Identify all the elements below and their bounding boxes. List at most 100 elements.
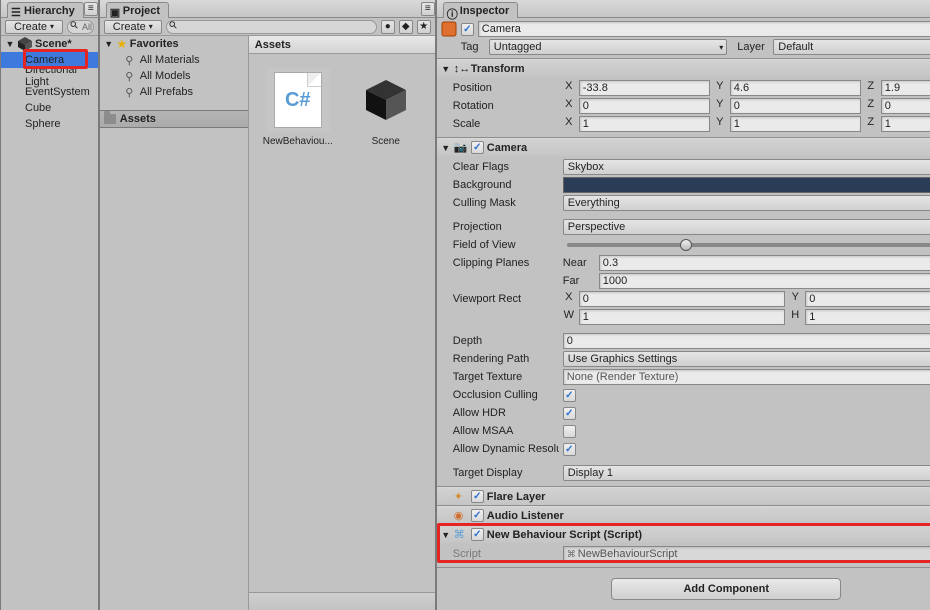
hdr-checkbox[interactable]: ✓ bbox=[563, 407, 576, 420]
foldout-icon[interactable]: ▼ bbox=[441, 143, 451, 153]
fav-item[interactable]: ⚲All Prefabs bbox=[100, 84, 248, 100]
assets-folder-row[interactable]: Assets bbox=[100, 110, 248, 128]
hierarchy-create-button[interactable]: Create▾ bbox=[5, 20, 63, 34]
position-z-field[interactable] bbox=[881, 80, 930, 96]
layer-label: Layer bbox=[737, 41, 769, 53]
add-component-button[interactable]: Add Component bbox=[611, 578, 841, 600]
position-x-field[interactable] bbox=[579, 80, 710, 96]
inspector-tab-label: Inspector bbox=[460, 5, 510, 17]
occlusion-checkbox[interactable]: ✓ bbox=[563, 389, 576, 402]
rendering-path-label: Rendering Path bbox=[451, 353, 559, 365]
fav-item[interactable]: ⚲All Models bbox=[100, 68, 248, 84]
hierarchy-search-input[interactable]: All bbox=[67, 20, 94, 34]
target-texture-field[interactable]: None (Render Texture) bbox=[563, 369, 930, 385]
tag-label: Tag bbox=[461, 41, 485, 53]
search-icon: ⚲ bbox=[124, 87, 135, 98]
msaa-label: Allow MSAA bbox=[451, 425, 559, 437]
rotation-z-field[interactable] bbox=[881, 98, 930, 114]
search-icon: ⚲ bbox=[124, 55, 135, 66]
camera-enabled-checkbox[interactable]: ✓ bbox=[471, 141, 484, 154]
unity-icon bbox=[362, 76, 410, 124]
clear-flags-label: Clear Flags bbox=[451, 161, 559, 173]
far-field[interactable] bbox=[599, 273, 930, 289]
hierarchy-item-camera[interactable]: Camera bbox=[1, 52, 98, 68]
viewport-h-field[interactable] bbox=[805, 309, 930, 325]
target-display-label: Target Display bbox=[451, 467, 559, 479]
unity-icon bbox=[17, 36, 33, 52]
background-label: Background bbox=[451, 179, 559, 191]
near-field[interactable] bbox=[599, 255, 930, 271]
projection-dropdown[interactable]: Perspective bbox=[563, 219, 930, 235]
audio-enabled-checkbox[interactable]: ✓ bbox=[471, 509, 484, 522]
asset-item-script[interactable]: C# NewBehaviou... bbox=[263, 68, 333, 147]
camera-title: Camera bbox=[487, 142, 930, 154]
fov-label: Field of View bbox=[451, 239, 559, 251]
fav-item[interactable]: ⚲All Materials bbox=[100, 52, 248, 68]
foldout-icon[interactable]: ▼ bbox=[441, 64, 451, 74]
hierarchy-tab-label: Hierarchy bbox=[24, 5, 75, 17]
target-texture-label: Target Texture bbox=[451, 371, 559, 383]
filter-icon[interactable]: ● bbox=[381, 20, 395, 34]
dynres-label: Allow Dynamic Resolu bbox=[451, 443, 559, 455]
foldout-icon[interactable]: ▼ bbox=[104, 39, 114, 49]
viewport-w-field[interactable] bbox=[579, 309, 786, 325]
scene-name: Scene* bbox=[35, 38, 72, 50]
inspector-tab[interactable]: ⓘ Inspector bbox=[443, 2, 519, 18]
flare-enabled-checkbox[interactable]: ✓ bbox=[471, 490, 484, 503]
viewport-y-field[interactable] bbox=[805, 291, 930, 307]
flare-icon: ✦ bbox=[454, 490, 468, 503]
scale-label: Scale bbox=[451, 118, 559, 130]
msaa-checkbox[interactable] bbox=[563, 425, 576, 438]
tag-dropdown[interactable]: Untagged bbox=[489, 39, 728, 55]
script-icon: ⌘ bbox=[454, 528, 468, 541]
project-search-input[interactable] bbox=[166, 20, 377, 34]
culling-mask-dropdown[interactable]: Everything bbox=[563, 195, 930, 211]
folder-icon: ▣ bbox=[110, 6, 119, 15]
hierarchy-item[interactable]: Cube bbox=[1, 100, 98, 116]
filter-type-icon[interactable]: ◆ bbox=[399, 20, 413, 34]
rotation-y-field[interactable] bbox=[730, 98, 861, 114]
scale-z-field[interactable] bbox=[881, 116, 930, 132]
favorites-row[interactable]: ▼ ★ Favorites bbox=[100, 36, 248, 52]
asset-item-scene[interactable]: Scene bbox=[351, 68, 421, 147]
occlusion-label: Occlusion Culling bbox=[451, 389, 559, 401]
project-create-button[interactable]: Create▾ bbox=[104, 20, 162, 34]
foldout-icon[interactable]: ▼ bbox=[5, 39, 15, 49]
target-display-dropdown[interactable]: Display 1 bbox=[563, 465, 930, 481]
script-enabled-checkbox[interactable]: ✓ bbox=[471, 528, 484, 541]
project-tab[interactable]: ▣ Project bbox=[106, 2, 169, 18]
scale-x-field[interactable] bbox=[579, 116, 710, 132]
script-component-title: New Behaviour Script (Script) bbox=[487, 529, 930, 541]
panel-menu-icon[interactable]: ≡ bbox=[421, 2, 435, 16]
hierarchy-tree: ▼ Scene* Camera Directional Light EventS… bbox=[1, 36, 98, 610]
csharp-icon: C# bbox=[274, 72, 322, 128]
active-checkbox[interactable]: ✓ bbox=[461, 23, 474, 36]
panel-menu-icon[interactable]: ≡ bbox=[84, 2, 98, 16]
rotation-x-field[interactable] bbox=[579, 98, 710, 114]
hdr-label: Allow HDR bbox=[451, 407, 559, 419]
audio-icon: ◉ bbox=[454, 509, 468, 522]
hierarchy-item[interactable]: EventSystem bbox=[1, 84, 98, 100]
scene-row[interactable]: ▼ Scene* bbox=[1, 36, 98, 52]
audio-listener-title: Audio Listener bbox=[487, 510, 930, 522]
scale-y-field[interactable] bbox=[730, 116, 861, 132]
rotation-label: Rotation bbox=[451, 100, 559, 112]
dynres-checkbox[interactable]: ✓ bbox=[563, 443, 576, 456]
object-name-field[interactable] bbox=[478, 21, 930, 37]
depth-field[interactable] bbox=[563, 333, 930, 349]
fov-slider[interactable] bbox=[567, 243, 930, 247]
viewport-x-field[interactable] bbox=[579, 291, 786, 307]
rendering-path-dropdown[interactable]: Use Graphics Settings bbox=[563, 351, 930, 367]
hierarchy-tab[interactable]: ☰ Hierarchy bbox=[7, 2, 84, 18]
camera-icon: 📷 bbox=[454, 141, 468, 154]
project-tab-label: Project bbox=[123, 5, 160, 17]
background-color-field[interactable] bbox=[563, 177, 930, 193]
hierarchy-item[interactable]: Sphere bbox=[1, 116, 98, 132]
layer-dropdown[interactable]: Default bbox=[773, 39, 930, 55]
clear-flags-dropdown[interactable]: Skybox bbox=[563, 159, 930, 175]
position-y-field[interactable] bbox=[730, 80, 861, 96]
foldout-icon[interactable]: ▼ bbox=[441, 530, 451, 540]
save-search-icon[interactable]: ★ bbox=[417, 20, 431, 34]
script-field: ⌘NewBehaviourScript bbox=[563, 546, 930, 562]
hierarchy-item[interactable]: Directional Light bbox=[1, 68, 98, 84]
